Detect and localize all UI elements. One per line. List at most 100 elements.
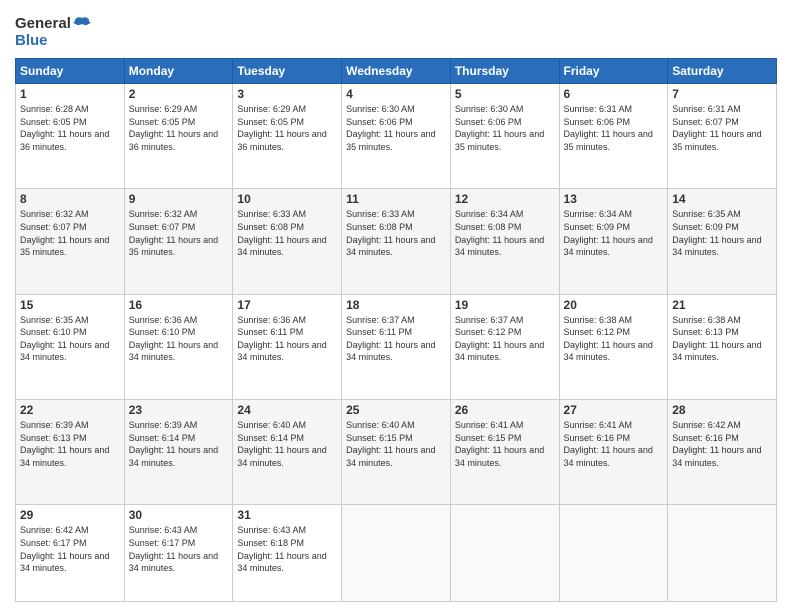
weekday-header-cell: Friday	[559, 59, 668, 84]
calendar-day-cell: 24 Sunrise: 6:40 AMSunset: 6:14 PMDayligh…	[233, 400, 342, 505]
day-number: 27	[564, 403, 664, 417]
calendar-day-cell: 20 Sunrise: 6:38 AMSunset: 6:12 PMDayligh…	[559, 294, 668, 399]
calendar-day-cell: 5 Sunrise: 6:30 AMSunset: 6:06 PMDaylight…	[450, 84, 559, 189]
day-number: 31	[237, 508, 337, 522]
calendar-day-cell: 19 Sunrise: 6:37 AMSunset: 6:12 PMDayligh…	[450, 294, 559, 399]
calendar-day-cell: 6 Sunrise: 6:31 AMSunset: 6:06 PMDaylight…	[559, 84, 668, 189]
day-info: Sunrise: 6:31 AMSunset: 6:06 PMDaylight:…	[564, 103, 664, 153]
calendar-day-cell: 29Sunrise: 6:42 AMSunset: 6:17 PMDayligh…	[16, 505, 125, 602]
day-number: 15	[20, 298, 120, 312]
calendar-day-cell: 3 Sunrise: 6:29 AMSunset: 6:05 PMDaylight…	[233, 84, 342, 189]
day-number: 30	[129, 508, 229, 522]
day-number: 26	[455, 403, 555, 417]
day-info: Sunrise: 6:36 AMSunset: 6:10 PMDaylight:…	[129, 314, 229, 364]
day-info: Sunrise: 6:30 AMSunset: 6:06 PMDaylight:…	[346, 103, 446, 153]
day-info: Sunrise: 6:35 AMSunset: 6:10 PMDaylight:…	[20, 314, 120, 364]
day-number: 11	[346, 192, 446, 206]
calendar-day-cell: 4Sunrise: 6:30 AMSunset: 6:06 PMDaylight…	[342, 84, 451, 189]
day-number: 5	[455, 87, 555, 101]
day-info: Sunrise: 6:28 AMSunset: 6:05 PMDaylight:…	[20, 103, 120, 153]
day-number: 20	[564, 298, 664, 312]
calendar-day-cell: 14 Sunrise: 6:35 AMSunset: 6:09 PMDayligh…	[668, 189, 777, 294]
day-info: Sunrise: 6:39 AMSunset: 6:14 PMDaylight:…	[129, 419, 229, 469]
day-number: 8	[20, 192, 120, 206]
calendar-day-cell: 10 Sunrise: 6:33 AMSunset: 6:08 PMDayligh…	[233, 189, 342, 294]
day-info: Sunrise: 6:29 AMSunset: 6:05 PMDaylight:…	[129, 103, 229, 153]
day-info: Sunrise: 6:37 AMSunset: 6:11 PMDaylight:…	[346, 314, 446, 364]
day-info: Sunrise: 6:30 AMSunset: 6:06 PMDaylight:…	[455, 103, 555, 153]
day-number: 7	[672, 87, 772, 101]
calendar-week-row: 29Sunrise: 6:42 AMSunset: 6:17 PMDayligh…	[16, 505, 777, 602]
calendar-table: SundayMondayTuesdayWednesdayThursdayFrid…	[15, 58, 777, 602]
day-info: Sunrise: 6:32 AMSunset: 6:07 PMDaylight:…	[129, 208, 229, 258]
logo: General Blue	[15, 15, 91, 50]
calendar-body: 1 Sunrise: 6:28 AMSunset: 6:05 PMDaylight…	[16, 84, 777, 602]
day-info: Sunrise: 6:39 AMSunset: 6:13 PMDaylight:…	[20, 419, 120, 469]
day-number: 25	[346, 403, 446, 417]
calendar-day-cell: 21Sunrise: 6:38 AMSunset: 6:13 PMDayligh…	[668, 294, 777, 399]
day-info: Sunrise: 6:35 AMSunset: 6:09 PMDaylight:…	[672, 208, 772, 258]
day-info: Sunrise: 6:43 AMSunset: 6:17 PMDaylight:…	[129, 524, 229, 574]
day-info: Sunrise: 6:41 AMSunset: 6:15 PMDaylight:…	[455, 419, 555, 469]
calendar-day-cell: 22 Sunrise: 6:39 AMSunset: 6:13 PMDayligh…	[16, 400, 125, 505]
day-info: Sunrise: 6:40 AMSunset: 6:14 PMDaylight:…	[237, 419, 337, 469]
day-number: 14	[672, 192, 772, 206]
day-number: 21	[672, 298, 772, 312]
calendar-day-cell: 28Sunrise: 6:42 AMSunset: 6:16 PMDayligh…	[668, 400, 777, 505]
day-info: Sunrise: 6:29 AMSunset: 6:05 PMDaylight:…	[237, 103, 337, 153]
calendar-day-cell	[450, 505, 559, 602]
day-info: Sunrise: 6:34 AMSunset: 6:09 PMDaylight:…	[564, 208, 664, 258]
day-info: Sunrise: 6:36 AMSunset: 6:11 PMDaylight:…	[237, 314, 337, 364]
calendar-day-cell: 30 Sunrise: 6:43 AMSunset: 6:17 PMDayligh…	[124, 505, 233, 602]
day-number: 22	[20, 403, 120, 417]
calendar-week-row: 1 Sunrise: 6:28 AMSunset: 6:05 PMDaylight…	[16, 84, 777, 189]
day-number: 6	[564, 87, 664, 101]
day-number: 28	[672, 403, 772, 417]
day-number: 17	[237, 298, 337, 312]
calendar-day-cell	[668, 505, 777, 602]
calendar-day-cell	[559, 505, 668, 602]
calendar-day-cell: 12Sunrise: 6:34 AMSunset: 6:08 PMDayligh…	[450, 189, 559, 294]
day-number: 10	[237, 192, 337, 206]
page: General Blue SundayMondayTuesdayWednesda…	[0, 0, 792, 612]
day-number: 2	[129, 87, 229, 101]
calendar-day-cell: 31 Sunrise: 6:43 AMSunset: 6:18 PMDayligh…	[233, 505, 342, 602]
weekday-header-cell: Saturday	[668, 59, 777, 84]
day-info: Sunrise: 6:40 AMSunset: 6:15 PMDaylight:…	[346, 419, 446, 469]
day-number: 18	[346, 298, 446, 312]
calendar-day-cell: 9 Sunrise: 6:32 AMSunset: 6:07 PMDaylight…	[124, 189, 233, 294]
day-number: 24	[237, 403, 337, 417]
day-info: Sunrise: 6:34 AMSunset: 6:08 PMDaylight:…	[455, 208, 555, 258]
weekday-header-cell: Thursday	[450, 59, 559, 84]
day-number: 16	[129, 298, 229, 312]
calendar-week-row: 22 Sunrise: 6:39 AMSunset: 6:13 PMDayligh…	[16, 400, 777, 505]
logo-general: General	[15, 15, 71, 32]
weekday-header-cell: Wednesday	[342, 59, 451, 84]
calendar-day-cell: 23 Sunrise: 6:39 AMSunset: 6:14 PMDayligh…	[124, 400, 233, 505]
day-info: Sunrise: 6:43 AMSunset: 6:18 PMDaylight:…	[237, 524, 337, 574]
day-number: 23	[129, 403, 229, 417]
calendar-day-cell: 17 Sunrise: 6:36 AMSunset: 6:11 PMDayligh…	[233, 294, 342, 399]
calendar-day-cell: 26 Sunrise: 6:41 AMSunset: 6:15 PMDayligh…	[450, 400, 559, 505]
weekday-header-row: SundayMondayTuesdayWednesdayThursdayFrid…	[16, 59, 777, 84]
calendar-day-cell: 15 Sunrise: 6:35 AMSunset: 6:10 PMDayligh…	[16, 294, 125, 399]
calendar-day-cell: 18 Sunrise: 6:37 AMSunset: 6:11 PMDayligh…	[342, 294, 451, 399]
day-info: Sunrise: 6:33 AMSunset: 6:08 PMDaylight:…	[346, 208, 446, 258]
calendar-day-cell: 13Sunrise: 6:34 AMSunset: 6:09 PMDayligh…	[559, 189, 668, 294]
day-number: 3	[237, 87, 337, 101]
day-number: 19	[455, 298, 555, 312]
weekday-header-cell: Monday	[124, 59, 233, 84]
day-info: Sunrise: 6:31 AMSunset: 6:07 PMDaylight:…	[672, 103, 772, 153]
calendar-day-cell: 8Sunrise: 6:32 AMSunset: 6:07 PMDaylight…	[16, 189, 125, 294]
day-info: Sunrise: 6:37 AMSunset: 6:12 PMDaylight:…	[455, 314, 555, 364]
calendar-day-cell: 2 Sunrise: 6:29 AMSunset: 6:05 PMDaylight…	[124, 84, 233, 189]
logo-blue: Blue	[15, 32, 48, 49]
day-info: Sunrise: 6:38 AMSunset: 6:12 PMDaylight:…	[564, 314, 664, 364]
calendar-week-row: 15 Sunrise: 6:35 AMSunset: 6:10 PMDayligh…	[16, 294, 777, 399]
calendar-day-cell: 27Sunrise: 6:41 AMSunset: 6:16 PMDayligh…	[559, 400, 668, 505]
day-info: Sunrise: 6:42 AMSunset: 6:17 PMDaylight:…	[20, 524, 120, 574]
day-number: 9	[129, 192, 229, 206]
calendar-week-row: 8 Sunrise: 6:32 AMSunset: 6:07 PMDaylight…	[16, 189, 777, 294]
day-info: Sunrise: 6:33 AMSunset: 6:08 PMDaylight:…	[237, 208, 337, 258]
day-number: 1	[20, 87, 120, 101]
